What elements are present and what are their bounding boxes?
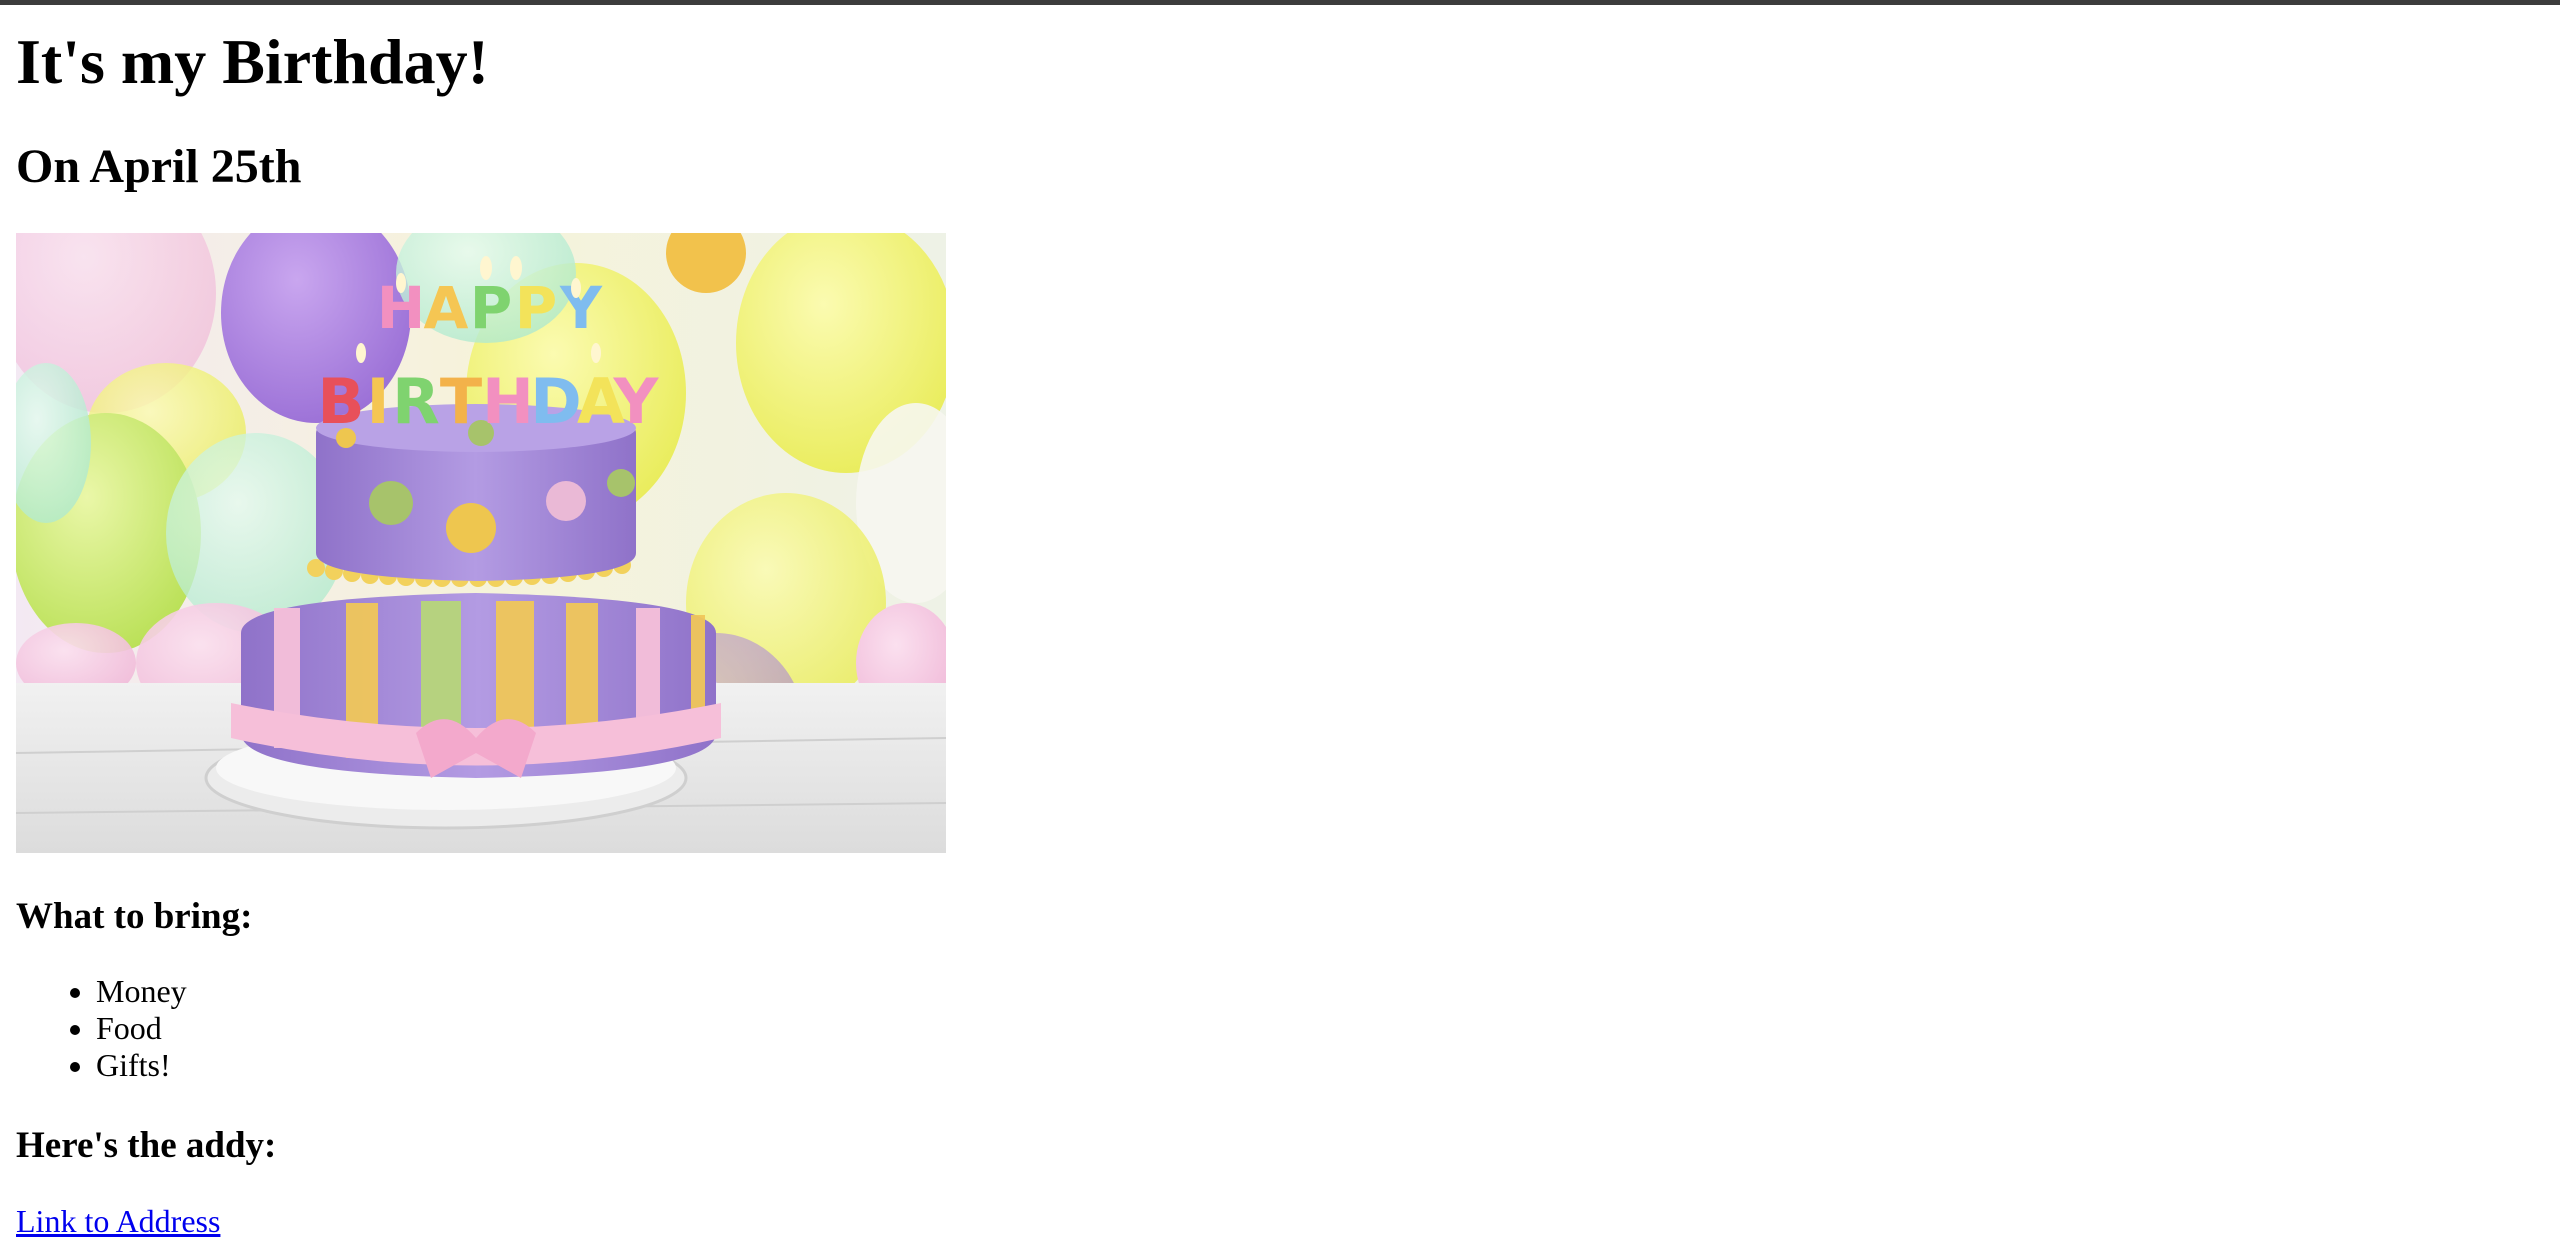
svg-text:T: T	[440, 365, 482, 438]
list-item: Gifts!	[96, 1047, 187, 1084]
svg-text:I: I	[366, 365, 389, 438]
birthday-cake-image: H A P P Y B I R T H D A Y	[16, 233, 946, 853]
event-date: On April 25th	[16, 140, 302, 193]
svg-text:A: A	[424, 274, 469, 342]
svg-text:B: B	[317, 365, 364, 438]
svg-text:P: P	[470, 274, 513, 342]
bring-list: Money Food Gifts!	[16, 973, 187, 1084]
svg-text:H: H	[482, 365, 534, 438]
svg-text:Y: Y	[559, 274, 603, 342]
bring-heading: What to bring:	[16, 896, 253, 937]
svg-text:P: P	[515, 274, 558, 342]
list-item: Food	[96, 1010, 187, 1047]
browser-top-border	[0, 0, 2560, 5]
address-link[interactable]: Link to Address	[16, 1201, 220, 1241]
address-heading: Here's the addy:	[16, 1125, 277, 1166]
page-title: It's my Birthday!	[16, 26, 489, 97]
svg-text:R: R	[392, 365, 440, 438]
svg-text:D: D	[530, 365, 581, 438]
svg-text:Y: Y	[613, 365, 660, 438]
list-item: Money	[96, 973, 187, 1010]
